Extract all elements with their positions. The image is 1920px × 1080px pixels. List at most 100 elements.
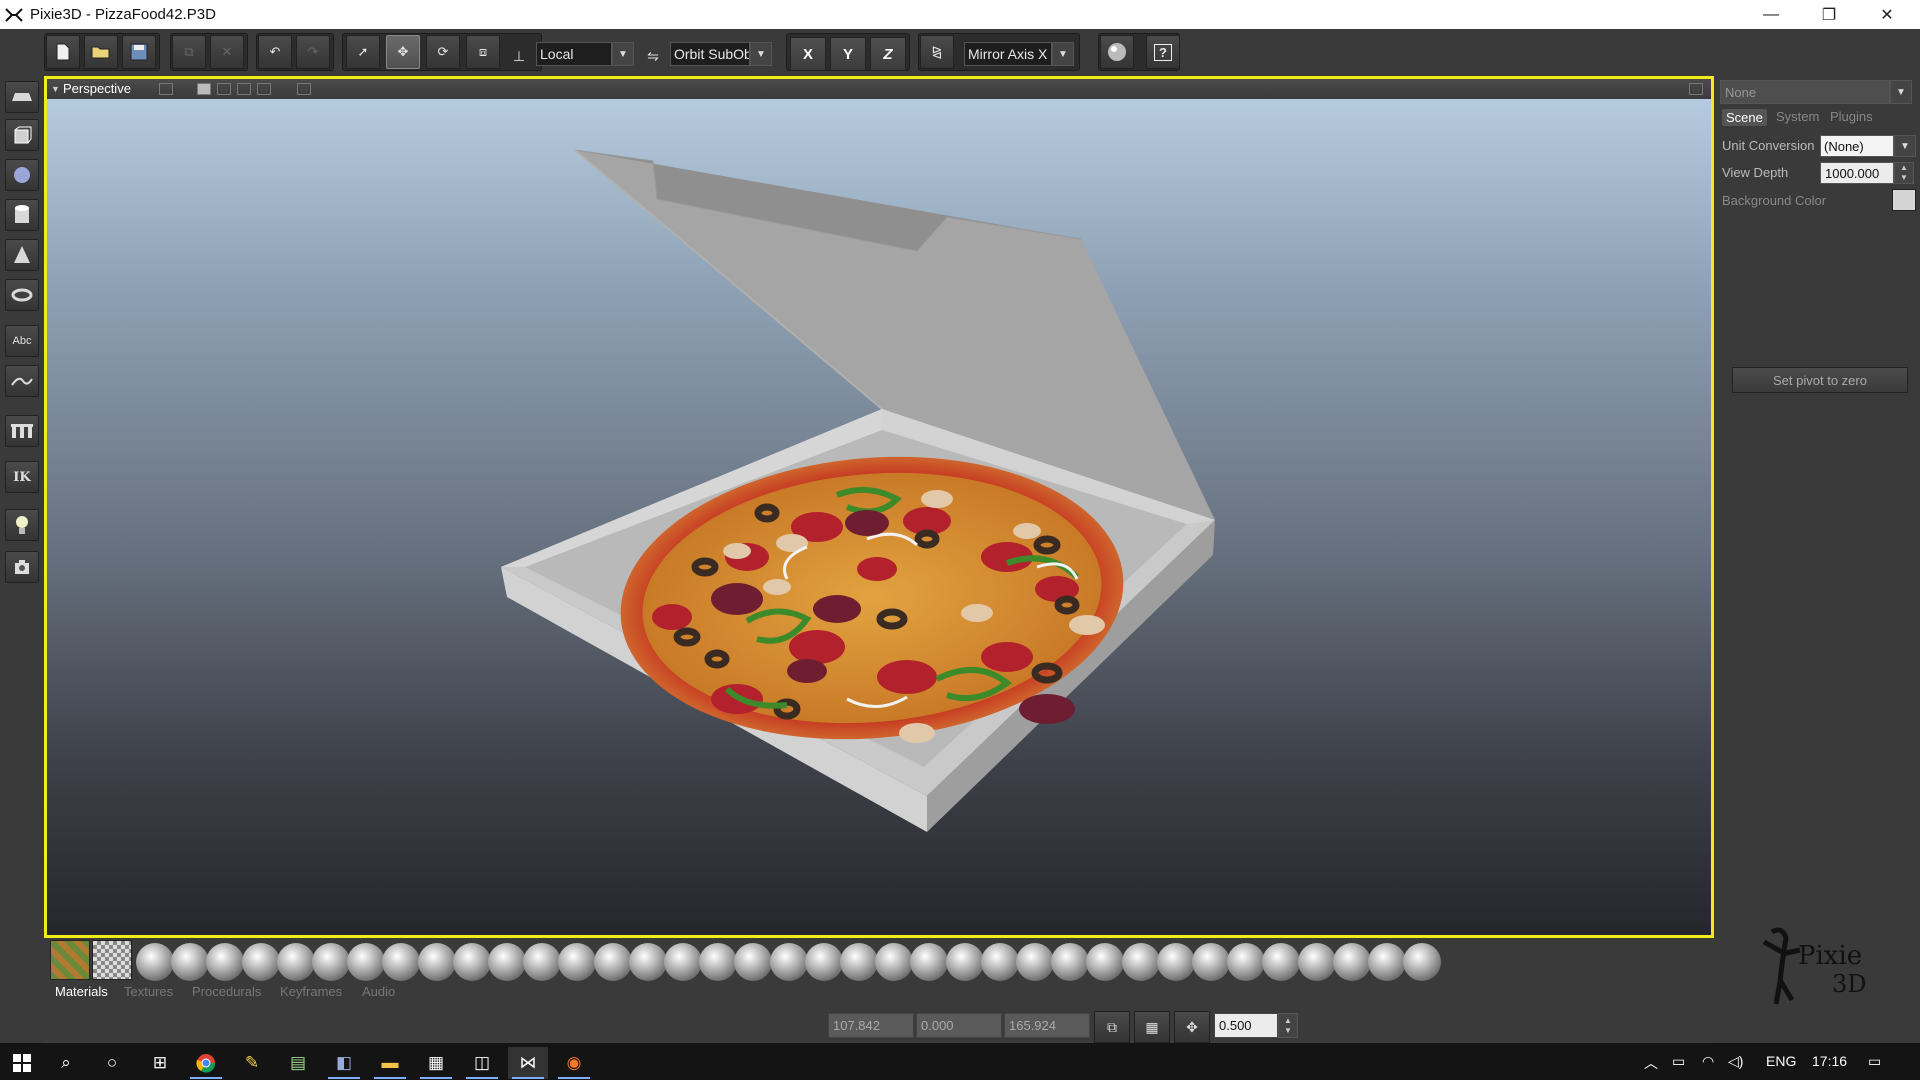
volume-icon[interactable]: ◁) bbox=[1728, 1053, 1743, 1070]
tab-materials[interactable]: Materials bbox=[55, 984, 108, 999]
material-ball[interactable] bbox=[488, 943, 526, 981]
plane-tool[interactable] bbox=[5, 81, 39, 113]
material-ball[interactable] bbox=[699, 943, 738, 981]
material-ball[interactable] bbox=[417, 943, 456, 981]
start-button[interactable] bbox=[2, 1047, 42, 1079]
material-ball[interactable] bbox=[1297, 943, 1336, 981]
tab-textures[interactable]: Textures bbox=[124, 984, 173, 999]
material-ball[interactable] bbox=[734, 943, 773, 981]
curve-tool[interactable] bbox=[5, 365, 39, 397]
light-tool[interactable] bbox=[5, 509, 39, 541]
mirror-axis-dropdown[interactable]: ▼ bbox=[1052, 42, 1074, 66]
material-ball[interactable] bbox=[1086, 943, 1125, 981]
language-indicator[interactable]: ENG bbox=[1766, 1053, 1796, 1069]
material-ball[interactable] bbox=[1192, 943, 1230, 981]
cylinder-tool[interactable] bbox=[5, 199, 39, 231]
material-ball[interactable] bbox=[664, 943, 702, 981]
sphere-tool[interactable] bbox=[5, 159, 39, 191]
material-ball[interactable] bbox=[452, 943, 491, 981]
material-ball[interactable] bbox=[628, 943, 667, 981]
close-button[interactable]: ✕ bbox=[1858, 0, 1916, 29]
paint-button[interactable]: ◧ bbox=[324, 1047, 364, 1079]
copy-button[interactable]: ⧉ bbox=[172, 35, 206, 69]
material-ball[interactable] bbox=[1051, 943, 1090, 981]
minimize-button[interactable]: — bbox=[1742, 0, 1800, 29]
grid-icon[interactable] bbox=[159, 83, 173, 95]
delete-button[interactable]: ✕ bbox=[210, 35, 244, 69]
material-ball[interactable] bbox=[136, 943, 174, 981]
layout-quad-icon[interactable] bbox=[257, 83, 271, 95]
search-button[interactable]: ⌕ bbox=[46, 1047, 86, 1079]
store-button[interactable]: ⊞ bbox=[140, 1047, 180, 1079]
python-button[interactable]: ✎ bbox=[232, 1047, 272, 1079]
material-ball[interactable] bbox=[558, 943, 597, 981]
view-depth-spinner[interactable]: ▲ ▼ bbox=[1894, 162, 1914, 184]
material-thumb-checker[interactable] bbox=[92, 940, 132, 980]
camera-tool[interactable] bbox=[5, 551, 39, 583]
set-pivot-zero-button[interactable]: Set pivot to zero bbox=[1732, 367, 1908, 393]
taskbar-app-button[interactable]: ◫ bbox=[462, 1047, 502, 1079]
maximize-viewport-icon[interactable] bbox=[1689, 83, 1703, 95]
layout-single-icon[interactable] bbox=[217, 83, 231, 95]
save-button[interactable] bbox=[122, 35, 156, 69]
3d-viewport[interactable]: ▼ Perspective bbox=[44, 76, 1714, 938]
move-tool-button[interactable]: ✥ bbox=[386, 35, 420, 69]
material-ball[interactable] bbox=[347, 943, 386, 981]
unit-conversion-combo[interactable]: (None) bbox=[1820, 135, 1894, 157]
material-ball[interactable] bbox=[769, 943, 808, 981]
snap-step-spinner[interactable]: ▲ ▼ bbox=[1278, 1013, 1298, 1038]
checker-icon[interactable] bbox=[197, 83, 211, 95]
notifications-icon[interactable]: ▭ bbox=[1868, 1053, 1881, 1070]
layout-dual-icon[interactable] bbox=[237, 83, 251, 95]
background-color-swatch[interactable] bbox=[1892, 189, 1916, 211]
material-ball[interactable] bbox=[1121, 943, 1160, 981]
coord-y-field[interactable]: 0.000 bbox=[916, 1013, 1002, 1038]
viewport-menu-arrow-icon[interactable]: ▼ bbox=[51, 84, 60, 94]
axis-x-button[interactable]: X bbox=[790, 37, 826, 71]
material-thumb-pizza[interactable] bbox=[50, 940, 90, 980]
tab-keyframes[interactable]: Keyframes bbox=[280, 984, 342, 999]
material-ball[interactable] bbox=[910, 943, 949, 981]
wifi-icon[interactable]: ◠ bbox=[1702, 1053, 1714, 1070]
material-ball[interactable] bbox=[276, 943, 315, 981]
bones-tool[interactable] bbox=[5, 415, 39, 447]
explorer-button[interactable]: ▬ bbox=[370, 1047, 410, 1079]
material-ball[interactable] bbox=[875, 943, 914, 981]
cube-tool[interactable] bbox=[5, 119, 39, 151]
chrome-button[interactable] bbox=[186, 1047, 226, 1079]
material-ball[interactable] bbox=[1262, 943, 1301, 981]
coord-x-field[interactable]: 107.842 bbox=[828, 1013, 914, 1038]
material-ball[interactable] bbox=[980, 943, 1019, 981]
material-ball[interactable] bbox=[171, 943, 210, 981]
ik-tool[interactable]: IK bbox=[5, 461, 39, 493]
material-ball[interactable] bbox=[1332, 943, 1371, 981]
open-file-button[interactable] bbox=[84, 35, 118, 69]
tab-system[interactable]: System bbox=[1776, 109, 1819, 124]
material-ball[interactable] bbox=[945, 943, 984, 981]
coordinate-space-combo[interactable]: Local bbox=[536, 42, 612, 66]
axis-y-button[interactable]: Y bbox=[830, 37, 866, 71]
tab-audio[interactable]: Audio bbox=[362, 984, 395, 999]
cone-tool[interactable] bbox=[5, 239, 39, 271]
blender-button[interactable]: ◉ bbox=[554, 1047, 594, 1079]
help-button[interactable]: ? bbox=[1146, 35, 1180, 69]
snap-grid-button[interactable]: ▦ bbox=[1134, 1011, 1170, 1043]
unit-conversion-dropdown[interactable]: ▼ bbox=[1894, 135, 1916, 157]
layout-extra-icon[interactable] bbox=[297, 83, 311, 95]
orbit-mode-combo[interactable]: Orbit SubOb bbox=[670, 42, 750, 66]
scale-tool-button[interactable]: ⧈ bbox=[466, 35, 500, 69]
mirror-button[interactable]: ⧎ bbox=[920, 35, 954, 69]
material-ball[interactable] bbox=[804, 943, 843, 981]
material-ball[interactable] bbox=[840, 943, 878, 981]
material-ball[interactable] bbox=[1403, 943, 1442, 981]
material-ball[interactable] bbox=[523, 943, 562, 981]
material-ball[interactable] bbox=[1156, 943, 1195, 981]
snap-step-field[interactable]: 0.500 bbox=[1214, 1013, 1278, 1038]
undo-button[interactable]: ↶ bbox=[258, 35, 292, 69]
material-ball[interactable] bbox=[1016, 943, 1054, 981]
material-ball[interactable] bbox=[593, 943, 632, 981]
select-tool-button[interactable]: ➚ bbox=[346, 35, 380, 69]
material-ball[interactable] bbox=[312, 943, 350, 981]
rotate-tool-button[interactable]: ⟳ bbox=[426, 35, 460, 69]
tab-procedurals[interactable]: Procedurals bbox=[192, 984, 261, 999]
